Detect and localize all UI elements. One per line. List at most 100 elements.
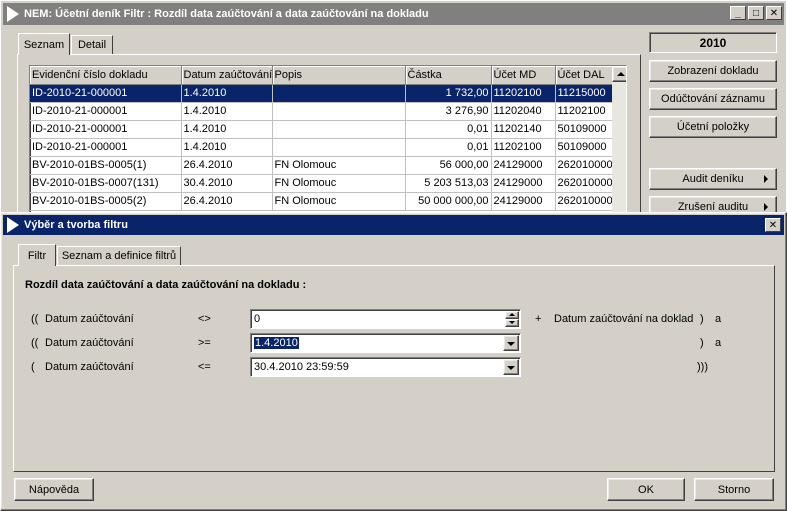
table-row[interactable]: ID-2010-21-000001 1.4.2010 0,01 11202100… bbox=[30, 138, 613, 157]
operator: >= bbox=[198, 337, 211, 349]
cell: 50109000 bbox=[555, 138, 613, 157]
cell: 1.4.2010 bbox=[181, 84, 273, 103]
spin-down-button[interactable] bbox=[505, 319, 519, 327]
grid-scrollbar[interactable] bbox=[612, 66, 626, 215]
cell: 5 203 513,03 bbox=[405, 174, 492, 193]
table-row[interactable]: ID-2010-21-000001 1.4.2010 3 276,90 1120… bbox=[30, 102, 613, 121]
cancel-button[interactable]: Storno bbox=[694, 478, 774, 501]
table-row[interactable]: BV-2010-01BS-0007(131) 30.4.2010 FN Olom… bbox=[30, 174, 613, 193]
ok-button[interactable]: OK bbox=[607, 478, 685, 501]
close-button[interactable]: ✕ bbox=[766, 6, 782, 20]
grid-header: Evidenční číslo dokladu Datum zaúčtování… bbox=[30, 66, 613, 85]
cell bbox=[272, 102, 406, 121]
col-header-ucet-dal[interactable]: Účet DAL bbox=[555, 66, 613, 85]
tab-detail[interactable]: Detail bbox=[71, 35, 113, 54]
date-from-select[interactable]: 1.4.2010 bbox=[250, 333, 521, 353]
main-window: NEM: Účetní deník Filtr : Rozdíl data za… bbox=[0, 0, 787, 218]
col-header-datum[interactable]: Datum zaúčtování bbox=[181, 66, 273, 85]
cell: BV-2010-01BS-0005(2) bbox=[30, 192, 182, 211]
chevron-right-icon bbox=[764, 203, 768, 211]
dropdown-button[interactable] bbox=[503, 359, 519, 375]
cell: 11202100 bbox=[491, 84, 556, 103]
dropdown-button[interactable] bbox=[503, 335, 519, 351]
cell bbox=[272, 84, 406, 103]
dialog-title: Výběr a tvorba filtru bbox=[24, 219, 128, 231]
cell: 1.4.2010 bbox=[181, 120, 273, 139]
cell: ID-2010-21-000001 bbox=[30, 84, 182, 103]
help-button[interactable]: Nápověda bbox=[14, 478, 94, 501]
cell: 11202100 bbox=[491, 138, 556, 157]
operator: <> bbox=[198, 313, 211, 325]
cell: 24129000 bbox=[491, 174, 556, 193]
year-display: 2010 bbox=[649, 32, 777, 53]
field-label: Datum zaúčtování bbox=[45, 361, 134, 373]
suffix-field-label: Datum zaúčtování na doklad bbox=[554, 313, 694, 325]
cell: ID-2010-21-000001 bbox=[30, 120, 182, 139]
cell: 1.4.2010 bbox=[181, 138, 273, 157]
main-title: NEM: Účetní deník Filtr : Rozdíl data za… bbox=[24, 8, 429, 20]
cell bbox=[272, 138, 406, 157]
window-controls: _ □ ✕ bbox=[730, 6, 782, 20]
cell: 262010000 bbox=[555, 192, 613, 211]
cell: ID-2010-21-000001 bbox=[30, 138, 182, 157]
table-row[interactable]: BV-2010-01BS-0005(1) 26.4.2010 FN Olomou… bbox=[30, 156, 613, 175]
cell: 50109000 bbox=[555, 120, 613, 139]
close-parens: ))) bbox=[697, 361, 708, 373]
table-row[interactable]: BV-2010-01BS-0005(2) 26.4.2010 FN Olomou… bbox=[30, 192, 613, 211]
ucetni-polozky-button[interactable]: Účetní položky bbox=[649, 116, 777, 138]
filter-dialog: Výběr a tvorba filtru ✕ Filtr Seznam a d… bbox=[0, 212, 787, 511]
main-titlebar: NEM: Účetní deník Filtr : Rozdíl data za… bbox=[3, 3, 784, 25]
tab-seznam[interactable]: Seznam bbox=[18, 33, 70, 55]
cell: FN Olomouc bbox=[272, 174, 406, 193]
col-header-ucet-md[interactable]: Účet MD bbox=[491, 66, 556, 85]
col-header-castka[interactable]: Částka bbox=[405, 66, 492, 85]
cell: 1 732,00 bbox=[405, 84, 492, 103]
table-row[interactable]: ID-2010-21-000001 1.4.2010 1 732,00 1120… bbox=[30, 84, 613, 103]
open-paren: (( bbox=[31, 313, 39, 325]
scroll-up-button[interactable] bbox=[612, 66, 626, 82]
cell: 11202140 bbox=[491, 120, 556, 139]
open-paren: (( bbox=[31, 337, 39, 349]
table-row[interactable]: ID-2010-21-000001 1.4.2010 0,01 11202140… bbox=[30, 120, 613, 139]
chevron-up-icon bbox=[617, 72, 625, 76]
records-grid[interactable]: Evidenční číslo dokladu Datum zaúčtování… bbox=[29, 65, 627, 216]
oductovani-zaznamu-button[interactable]: Odúčtování záznamu bbox=[649, 88, 777, 110]
spin-up-button[interactable] bbox=[505, 311, 519, 319]
col-header-popis[interactable]: Popis bbox=[272, 66, 406, 85]
close-paren: ) bbox=[700, 337, 704, 349]
cell: ID-2010-21-000001 bbox=[30, 102, 182, 121]
dialog-titlebar: Výběr a tvorba filtru ✕ bbox=[3, 215, 784, 235]
col-header-evidencni-cislo[interactable]: Evidenční číslo dokladu bbox=[30, 66, 182, 85]
tab-filtr[interactable]: Filtr bbox=[18, 244, 56, 266]
cell bbox=[272, 120, 406, 139]
app-icon bbox=[7, 6, 19, 22]
chevron-up-icon bbox=[509, 313, 515, 316]
cell: 11202100 bbox=[555, 102, 613, 121]
cell: 30.4.2010 bbox=[181, 174, 273, 193]
open-paren: ( bbox=[31, 361, 35, 373]
tab-seznam-a-definice[interactable]: Seznam a definice filtrů bbox=[57, 246, 181, 265]
maximize-button[interactable]: □ bbox=[748, 6, 764, 20]
app-icon bbox=[7, 217, 19, 233]
chevron-down-icon bbox=[509, 321, 515, 324]
cell: FN Olomouc bbox=[272, 156, 406, 175]
chevron-right-icon bbox=[764, 175, 768, 183]
cell: 1.4.2010 bbox=[181, 102, 273, 121]
audit-deniku-button[interactable]: Audit deníku bbox=[649, 168, 777, 190]
cell: 262010000 bbox=[555, 156, 613, 175]
cell: 11202040 bbox=[491, 102, 556, 121]
date-to-select[interactable]: 30.4.2010 23:59:59 bbox=[250, 357, 521, 377]
minimize-button[interactable]: _ bbox=[730, 6, 746, 20]
filter-heading: Rozdíl data zaúčtování a data zaúčtování… bbox=[25, 279, 307, 291]
plus-sign: + bbox=[535, 313, 542, 325]
join-and: a bbox=[715, 337, 722, 349]
cell: 0,01 bbox=[405, 120, 492, 139]
zobrazeni-dokladu-button[interactable]: Zobrazení dokladu bbox=[649, 60, 777, 82]
cell: 262010000 bbox=[555, 174, 613, 193]
cell: 26.4.2010 bbox=[181, 156, 273, 175]
value-spinner[interactable]: 0 bbox=[250, 309, 521, 329]
field-label: Datum zaúčtování bbox=[45, 337, 134, 349]
dialog-close-button[interactable]: ✕ bbox=[765, 218, 781, 232]
cell: 24129000 bbox=[491, 192, 556, 211]
spinner-buttons[interactable] bbox=[505, 311, 519, 327]
